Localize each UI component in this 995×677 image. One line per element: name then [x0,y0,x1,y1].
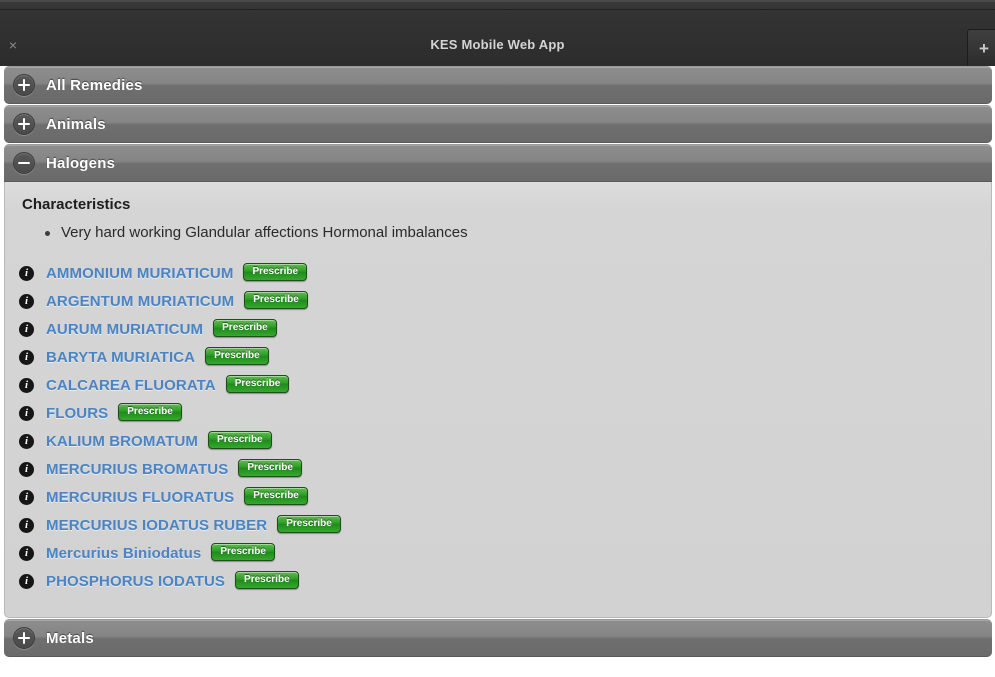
panel-heading: Characteristics [22,196,131,213]
add-button[interactable]: + [967,29,995,69]
remedy-row: i ARGENTUM MURIATICUM Prescribe [19,287,977,315]
remedy-link[interactable]: FLOURS [46,405,108,422]
characteristic-item: Very hard working Glandular affections H… [45,223,977,243]
accordion-label: Halogens [46,154,116,172]
remedy-link[interactable]: ARGENTUM MURIATICUM [46,293,234,310]
prescribe-button[interactable]: Prescribe [243,263,308,281]
remedy-link[interactable]: KALIUM BROMATUM [46,433,198,450]
prescribe-button[interactable]: Prescribe [213,319,277,337]
info-icon[interactable]: i [19,405,34,421]
accordion-header-all-remedies[interactable]: All Remedies [4,66,992,104]
characteristics-list: Very hard working Glandular affections H… [19,223,977,243]
info-icon[interactable]: i [19,545,34,561]
prescribe-button[interactable]: Prescribe [208,431,272,449]
prescribe-button[interactable]: Prescribe [244,291,308,309]
accordion-header-metals[interactable]: Metals [4,619,992,657]
info-icon[interactable]: i [19,377,34,393]
info-icon[interactable]: i [19,321,34,337]
info-icon[interactable]: i [19,293,34,309]
prescribe-button[interactable]: Prescribe [211,543,275,561]
app-window: × KES Mobile Web App + All Remedies Anim… [0,0,995,677]
remedy-row: i PHOSPHORUS IODATUS Prescribe [19,567,977,595]
remedy-row: i Mercurius Biniodatus Prescribe [19,539,977,567]
remedy-link[interactable]: MERCURIUS FLUORATUS [46,489,234,506]
accordion-section-animals: Animals [0,105,995,143]
info-icon[interactable]: i [19,349,34,365]
prescribe-button[interactable]: Prescribe [118,403,182,421]
remedy-row: i MERCURIUS BROMATUS Prescribe [19,455,977,483]
remedy-row: i FLOURS Prescribe [19,399,977,427]
remedy-row: i CALCAREA FLUORATA Prescribe [19,371,977,399]
remedy-link[interactable]: PHOSPHORUS IODATUS [46,573,225,590]
remedy-row: i MERCURIUS FLUORATUS Prescribe [19,483,977,511]
plus-icon[interactable] [13,627,35,649]
window-title: KES Mobile Web App [430,37,565,52]
info-icon[interactable]: i [19,433,34,449]
prescribe-button[interactable]: Prescribe [238,459,302,477]
remedy-row: i BARYTA MURIATICA Prescribe [19,343,977,371]
remedy-link[interactable]: MERCURIUS IODATUS RUBER [46,517,267,534]
accordion-header-animals[interactable]: Animals [4,105,992,143]
accordion-label: Metals [46,629,94,647]
remedy-link[interactable]: AURUM MURIATICUM [46,321,203,338]
halogens-panel: Characteristics Very hard working Glandu… [4,182,992,618]
remedy-list: i AMMONIUM MURIATICUM Prescribe i ARGENT… [19,259,977,595]
accordion-label: All Remedies [46,76,143,94]
remedy-link[interactable]: BARYTA MURIATICA [46,349,195,366]
accordion-section-halogens: Halogens Characteristics Very hard worki… [0,144,995,618]
info-icon[interactable]: i [19,573,34,589]
info-icon[interactable]: i [19,461,34,477]
remedy-link[interactable]: MERCURIUS BROMATUS [46,461,228,478]
prescribe-button[interactable]: Prescribe [205,347,269,365]
remedy-link[interactable]: CALCAREA FLUORATA [46,377,216,394]
plus-icon[interactable] [13,113,35,135]
remedy-row: i AURUM MURIATICUM Prescribe [19,315,977,343]
remedy-row: i MERCURIUS IODATUS RUBER Prescribe [19,511,977,539]
remedy-accordion: All Remedies Animals Halogens Characteri… [0,66,995,666]
accordion-label: Animals [46,115,106,133]
title-bar: × KES Mobile Web App + [0,0,995,69]
bottom-spacer [0,658,995,666]
remedy-link[interactable]: AMMONIUM MURIATICUM [46,265,233,282]
info-icon[interactable]: i [19,517,34,533]
prescribe-button[interactable]: Prescribe [244,487,308,505]
minus-icon[interactable] [13,152,35,174]
remedy-row: i AMMONIUM MURIATICUM Prescribe [19,259,977,287]
info-icon[interactable]: i [19,265,34,281]
info-icon[interactable]: i [19,489,34,505]
accordion-section-metals: Metals [0,619,995,657]
remedy-link[interactable]: Mercurius Biniodatus [46,545,201,562]
prescribe-button[interactable]: Prescribe [225,375,290,393]
prescribe-button[interactable]: Prescribe [235,571,299,589]
remedy-row: i KALIUM BROMATUM Prescribe [19,427,977,455]
plus-icon[interactable] [13,74,35,96]
accordion-header-halogens[interactable]: Halogens [4,144,992,182]
prescribe-button[interactable]: Prescribe [277,515,341,533]
accordion-section-all-remedies: All Remedies [0,66,995,104]
